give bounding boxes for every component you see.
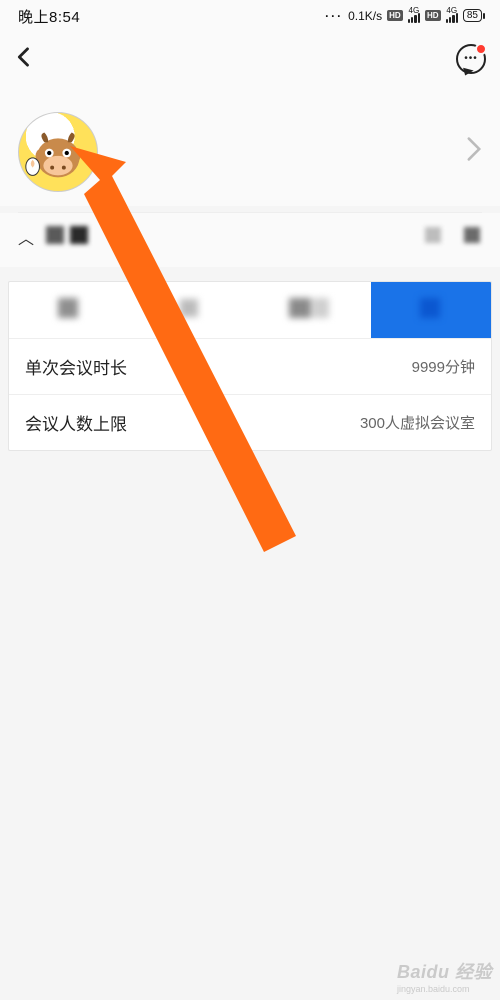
messages-button[interactable]: ••• — [456, 44, 486, 74]
caret-up-icon: ︿ — [18, 225, 34, 249]
chevron-left-icon — [10, 43, 38, 71]
row-value: 300人虚拟会议室 — [360, 412, 475, 433]
meeting-info-panel: 单次会议时长 9999分钟 会议人数上限 300人虚拟会议室 — [8, 281, 492, 451]
avatar-cow-icon — [19, 113, 97, 191]
tab-3-active[interactable] — [371, 282, 492, 338]
avatar — [18, 112, 98, 192]
signal-icon-2 — [446, 13, 458, 23]
stats-row: ︿ — [0, 213, 500, 267]
hd-badge-icon: HD — [387, 10, 403, 21]
row-meeting-duration[interactable]: 单次会议时长 9999分钟 — [9, 338, 491, 394]
row-label: 单次会议时长 — [25, 354, 127, 379]
row-meeting-capacity[interactable]: 会议人数上限 300人虚拟会议室 — [9, 394, 491, 450]
notification-dot-icon — [475, 43, 487, 55]
redacted-text — [46, 226, 90, 249]
tab-2[interactable] — [250, 282, 371, 338]
redacted-text-right — [425, 227, 482, 248]
battery-indicator: 85 — [463, 9, 482, 22]
hd-badge-icon-2: HD — [425, 10, 441, 21]
tab-strip — [9, 282, 491, 338]
status-indicators: ··· 0.1K/s HD 4G HD 4G 85 — [325, 9, 482, 24]
tab-1[interactable] — [130, 282, 251, 338]
tab-0[interactable] — [9, 282, 130, 338]
watermark: Baidu 经验 jingyan.baidu.com — [397, 958, 492, 994]
back-button[interactable] — [10, 43, 38, 76]
app-header: ••• — [0, 32, 500, 86]
signal-icon — [408, 13, 420, 23]
chevron-right-icon — [466, 136, 482, 169]
status-time: 晚上8:54 — [18, 6, 80, 27]
chat-bubble-icon: ••• — [456, 44, 486, 74]
row-value: 9999分钟 — [412, 356, 475, 377]
profile-row[interactable] — [0, 86, 500, 206]
status-netspeed: 0.1K/s — [348, 9, 382, 23]
status-bar: 晚上8:54 ··· 0.1K/s HD 4G HD 4G 85 — [0, 0, 500, 32]
row-label: 会议人数上限 — [25, 410, 127, 435]
